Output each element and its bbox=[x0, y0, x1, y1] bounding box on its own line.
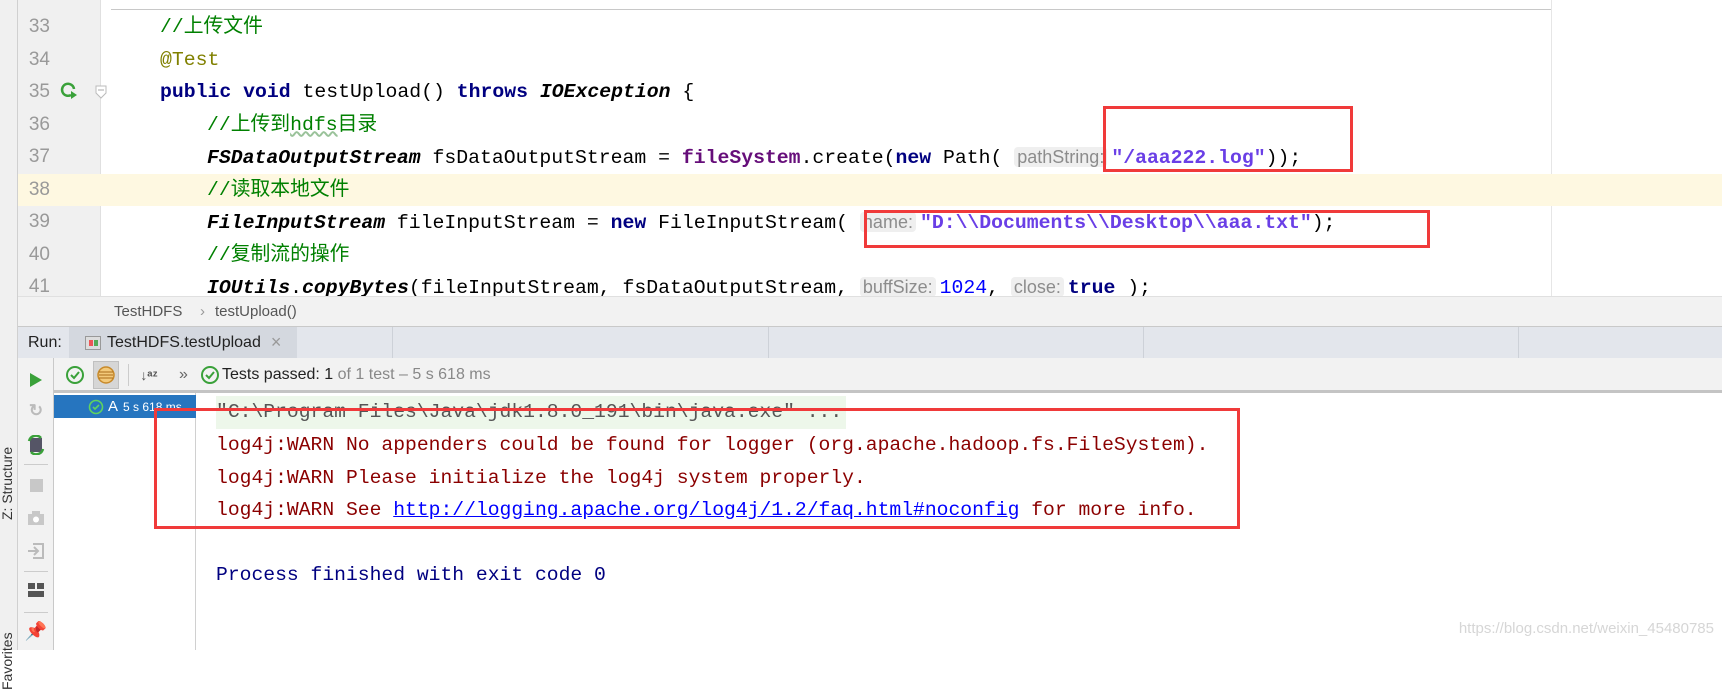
line-number: 40 bbox=[28, 243, 50, 265]
code-token: 目录 bbox=[337, 113, 378, 136]
code-token: @Test bbox=[160, 48, 220, 71]
run-test-gutter-icon[interactable] bbox=[58, 80, 80, 102]
left-tool-strip: Z: Structure Favorites bbox=[0, 0, 18, 690]
code-token: fileSystem bbox=[681, 147, 801, 169]
rerun-failed-icon[interactable]: ↻ bbox=[26, 401, 46, 421]
show-passed-icon[interactable] bbox=[64, 364, 86, 386]
highlight-box-path bbox=[1103, 106, 1353, 172]
line-number: 37 bbox=[28, 146, 50, 167]
parameter-hint: buffSize: bbox=[859, 277, 936, 297]
code-token: fileInputStream = bbox=[385, 212, 611, 234]
code-token: { bbox=[670, 81, 695, 103]
console-exit-line: Process finished with exit code 0 bbox=[216, 564, 606, 586]
structure-tool-tab[interactable]: Z: Structure bbox=[0, 447, 15, 520]
test-name: A bbox=[108, 398, 119, 415]
tests-passed-icon bbox=[199, 364, 221, 386]
breadcrumb-class[interactable]: TestHDFS bbox=[114, 297, 182, 327]
favorites-tool-tab[interactable]: Favorites bbox=[0, 632, 15, 690]
import-icon[interactable] bbox=[26, 541, 46, 561]
breadcrumb-method[interactable]: testUpload() bbox=[215, 297, 297, 327]
run-label: Run: bbox=[28, 334, 62, 351]
pin-icon[interactable]: 📌 bbox=[25, 620, 47, 642]
close-tab-icon[interactable]: × bbox=[271, 332, 282, 353]
code-line[interactable]: public void testUpload() throws IOExcept… bbox=[101, 76, 1722, 109]
method-separator bbox=[111, 9, 1551, 10]
camera-icon[interactable] bbox=[26, 508, 46, 528]
code-token: //复制流的操作 bbox=[207, 243, 350, 266]
code-token: //读取本地文件 bbox=[207, 178, 350, 201]
rerun-icon[interactable] bbox=[26, 370, 46, 390]
code-token: //上传文件 bbox=[160, 16, 263, 38]
sort-alphabetically-icon[interactable]: ↓ᵃᶻ bbox=[138, 364, 160, 386]
parameter-hint: pathString: bbox=[1014, 147, 1108, 167]
code-line[interactable]: FSDataOutputStream fsDataOutputStream = … bbox=[101, 141, 1722, 174]
line-number: 38 bbox=[28, 178, 50, 200]
run-side-toolbar: ↻ 📌 bbox=[18, 358, 54, 650]
tab-testupload[interactable]: TestHDFS.testUpload × bbox=[69, 327, 297, 358]
code-token: throws bbox=[456, 81, 529, 103]
passed-icon bbox=[88, 399, 104, 414]
code-line[interactable]: //上传文件 bbox=[101, 11, 1722, 44]
code-line[interactable]: @Test bbox=[101, 44, 1722, 77]
code-token: fsDataOutputStream = bbox=[420, 147, 682, 169]
run-tab-bar: Run: TestHDFS.testUpload × bbox=[18, 326, 1722, 358]
code-token: testUpload() bbox=[290, 81, 457, 103]
layout-icon[interactable] bbox=[26, 580, 46, 600]
code-line[interactable]: //读取本地文件 bbox=[101, 173, 1722, 206]
code-token: void bbox=[243, 81, 291, 103]
toggle-auto-test-icon[interactable] bbox=[26, 434, 46, 456]
line-number: 39 bbox=[28, 211, 50, 232]
line-number: 36 bbox=[28, 113, 50, 135]
line-number: 33 bbox=[28, 16, 50, 37]
code-token: .create( bbox=[800, 147, 896, 169]
fold-icon[interactable] bbox=[94, 84, 108, 100]
code-token: hdfs bbox=[290, 113, 338, 136]
breadcrumb: TestHDFS › testUpload() bbox=[18, 296, 1722, 326]
code-token: //上传到 bbox=[207, 113, 291, 136]
code-token: new bbox=[895, 147, 932, 169]
show-ignored-icon[interactable] bbox=[93, 361, 119, 389]
breadcrumb-separator: › bbox=[200, 303, 205, 320]
code-token: FileInputStream( bbox=[646, 212, 860, 234]
code-line[interactable]: //上传到hdfs目录 bbox=[101, 109, 1722, 142]
test-status: Tests passed: 1 of 1 test – 5 s 618 ms bbox=[222, 366, 491, 383]
code-token: IOException bbox=[539, 81, 671, 103]
parameter-hint: close: bbox=[1010, 277, 1064, 297]
more-actions-icon[interactable]: » bbox=[179, 358, 188, 392]
code-token: Path( bbox=[931, 147, 1015, 169]
tab-label: TestHDFS.testUpload bbox=[107, 333, 261, 351]
highlight-box-local-file bbox=[864, 210, 1430, 248]
test-config-icon bbox=[85, 335, 101, 350]
code-token: new bbox=[610, 212, 647, 234]
code-token: FSDataOutputStream bbox=[207, 147, 421, 169]
stop-icon[interactable] bbox=[26, 475, 46, 495]
code-token: FileInputStream bbox=[207, 212, 386, 234]
test-toolbar: ↓ᵃᶻ » Tests passed: 1 of 1 test – 5 s 61… bbox=[54, 358, 1722, 393]
highlight-box-warnings bbox=[154, 408, 1240, 529]
code-token: public bbox=[160, 81, 232, 103]
line-number: 34 bbox=[28, 48, 50, 70]
line-number: 35 bbox=[28, 81, 50, 102]
watermark: https://blog.csdn.net/weixin_45480785 bbox=[1458, 620, 1714, 637]
